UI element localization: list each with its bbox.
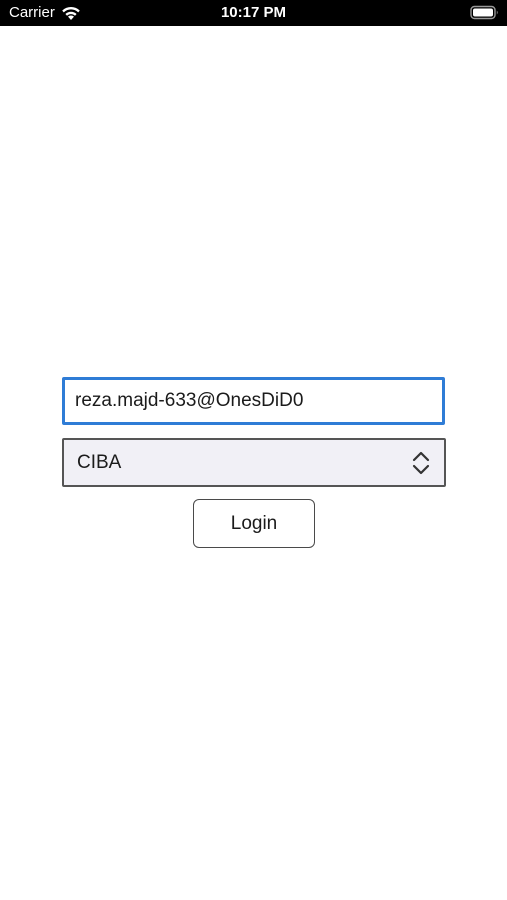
status-bar: Carrier 10:17 PM <box>0 0 507 26</box>
auth-method-select[interactable]: CIBA <box>62 438 446 487</box>
battery-icon <box>470 5 500 21</box>
username-input[interactable] <box>62 377 445 425</box>
login-button[interactable]: Login <box>193 499 315 548</box>
chevron-up-down-icon <box>412 450 430 476</box>
status-time: 10:17 PM <box>220 4 287 21</box>
login-screen: Carrier 10:17 PM CIBA Login <box>0 0 507 900</box>
auth-method-selected: CIBA <box>77 452 122 473</box>
